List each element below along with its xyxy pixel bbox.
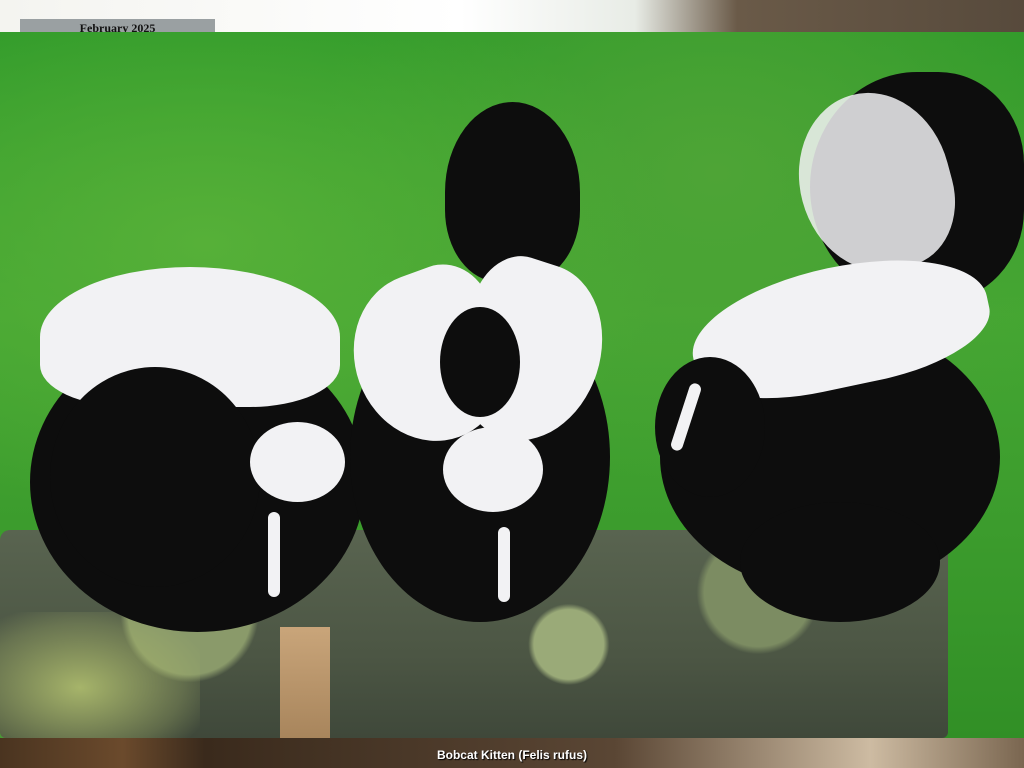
wallpaper-photo <box>0 32 1024 738</box>
moss-patch <box>0 612 200 738</box>
photo-caption: Bobcat Kitten (Felis rufus) <box>436 748 587 762</box>
caption-bar: Bobcat Kitten (Felis rufus) <box>0 738 1024 768</box>
skunk-middle-head-patch <box>443 427 543 512</box>
skunk-left-head-patch <box>250 422 345 502</box>
skunk-middle-tail <box>445 102 580 282</box>
skunk-middle-back <box>440 307 520 417</box>
skunk-left-back <box>50 367 260 587</box>
log-bark-end <box>280 627 330 738</box>
skunk-right-legs <box>740 502 940 622</box>
calendar-month-label: February 2025 <box>20 19 215 32</box>
skunk-middle-nose-stripe <box>498 527 510 602</box>
skunk-left-nose-stripe <box>268 512 280 597</box>
skunk-right-head <box>655 357 765 497</box>
